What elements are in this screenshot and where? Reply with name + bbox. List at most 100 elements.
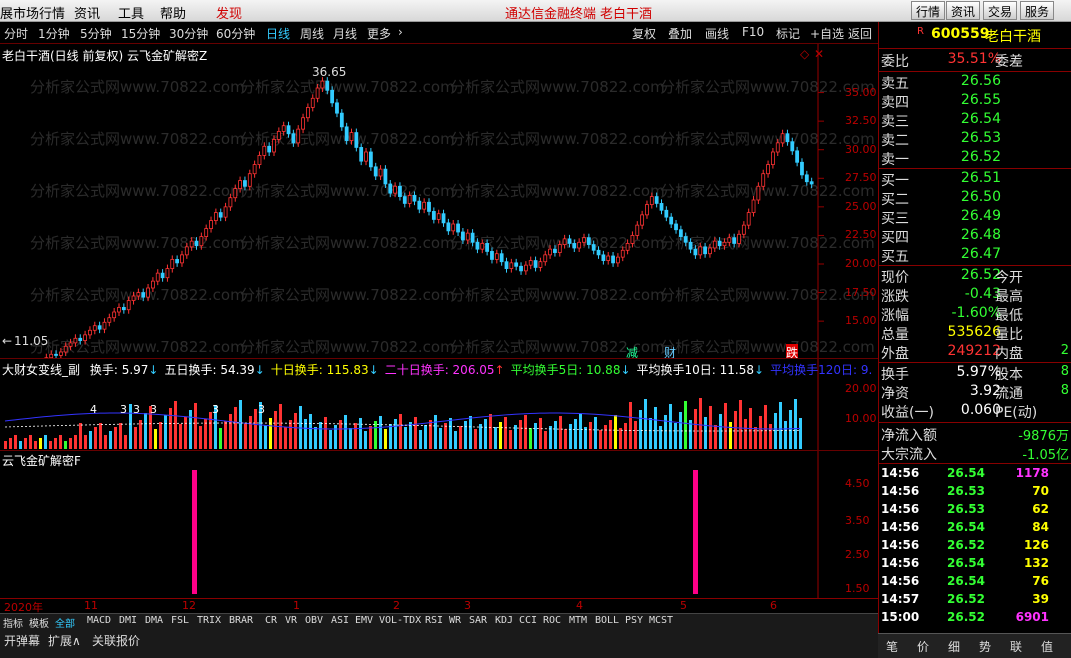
indicator-tab-obv[interactable]: OBV <box>305 615 323 626</box>
indicator-tab-mcst[interactable]: MCST <box>649 615 673 626</box>
turnover-bar <box>84 435 87 449</box>
menu-bar: 展市场行情 资讯 工具 帮助 发现 通达信金融终端 老白干酒 行情 资讯 交易 … <box>0 0 1071 22</box>
tick-row: 14:56 26.54 132 <box>881 556 1071 574</box>
period-15min[interactable]: 15分钟 <box>121 25 160 42</box>
tool-overlay[interactable]: 叠加 <box>668 25 692 42</box>
tick-row: 14:56 26.54 84 <box>881 520 1071 538</box>
tool-back[interactable]: 返回 <box>848 25 872 42</box>
indicator-tab-psy[interactable]: PSY <box>625 615 643 626</box>
indicator-tab-brar[interactable]: BRAR <box>229 615 253 626</box>
indicator-tab-sar[interactable]: SAR <box>469 615 487 626</box>
flow-label: 大宗流入 <box>881 447 937 463</box>
candle-body <box>252 164 257 175</box>
period-daily[interactable]: 日线 <box>266 25 290 42</box>
period-timeshare[interactable]: 分时 <box>4 25 28 42</box>
indicator-tab-kdj[interactable]: KDJ <box>495 615 513 626</box>
period-more[interactable]: 更多 <box>367 25 391 42</box>
tool-f10[interactable]: F10 <box>742 25 764 39</box>
quote-tab-2[interactable]: 细 <box>948 638 960 655</box>
turnover-bar <box>529 428 532 449</box>
stat2-row-value2: 8 <box>1060 364 1069 379</box>
tick-row: 14:56 26.54 76 <box>881 574 1071 592</box>
menu-help[interactable]: 帮助 <box>160 3 186 22</box>
stat-row-value2: 2 <box>1060 343 1069 358</box>
trade-tab-button[interactable]: 交易 <box>983 1 1018 20</box>
quote-tab-0[interactable]: 笔 <box>886 638 898 655</box>
indicator-tab-rsi[interactable]: RSI <box>425 615 443 626</box>
turnover-bar <box>319 422 322 449</box>
candle-body <box>509 262 514 269</box>
indicator-tab-指标[interactable]: 指标 <box>3 615 23 630</box>
indicator-tab-dmi[interactable]: DMI <box>119 615 137 626</box>
quote-tab-4[interactable]: 联 <box>1010 638 1022 655</box>
indicator-tab-cr[interactable]: CR <box>265 615 277 626</box>
news-tab-button[interactable]: 资讯 <box>946 1 981 20</box>
turnover-panel[interactable]: 433333 大财女变线_副 换手: 5.97↓ 五日换手: 54.39↓ 十日换手… <box>0 358 878 451</box>
signal-bar <box>192 470 197 594</box>
indicator-tab-asi[interactable]: ASI <box>331 615 349 626</box>
indicator-tab-macd[interactable]: MACD <box>87 615 111 626</box>
menu-market[interactable]: 展市场行情 <box>0 3 65 22</box>
candle-body <box>669 216 674 225</box>
period-60min[interactable]: 60分钟 <box>216 25 255 42</box>
period-5min[interactable]: 5分钟 <box>80 25 112 42</box>
indicator-tab-vr[interactable]: VR <box>285 615 297 626</box>
diamond-icon[interactable]: ◇ <box>800 47 809 61</box>
turnover-bar <box>504 417 507 449</box>
indicator-tab-boll[interactable]: BOLL <box>595 615 619 626</box>
indicator-tab-cci[interactable]: CCI <box>519 615 537 626</box>
turnover-bar <box>229 414 232 449</box>
expand-toggle[interactable]: 扩展∧ <box>48 632 81 649</box>
signal-panel[interactable]: 云飞金矿解密F 日线 4.503.502.501.50 <box>0 450 878 615</box>
quote-tab-3[interactable]: 势 <box>979 638 991 655</box>
period-monthly[interactable]: 月线 <box>333 25 357 42</box>
quote-tab-button[interactable]: 行情 <box>911 1 946 20</box>
indicator-tab-fsl[interactable]: FSL <box>171 615 189 626</box>
related-quotes[interactable]: 关联报价 <box>92 632 140 649</box>
menu-news[interactable]: 资讯 <box>74 3 100 22</box>
barrage-toggle[interactable]: 开弹幕 <box>4 632 40 649</box>
indicator-tab-emv[interactable]: EMV <box>355 615 373 626</box>
quote-tab-1[interactable]: 价 <box>917 638 929 655</box>
period-1min[interactable]: 1分钟 <box>38 25 70 42</box>
close-icon[interactable]: ✕ <box>814 47 824 61</box>
indicator-tab-trix[interactable]: TRIX <box>197 615 221 626</box>
service-tab-button[interactable]: 服务 <box>1020 1 1055 20</box>
period-weekly[interactable]: 周线 <box>300 25 324 42</box>
indicator-tab-roc[interactable]: ROC <box>543 615 561 626</box>
menu-discover[interactable]: 发现 <box>216 3 242 22</box>
turnover-bar <box>424 425 427 449</box>
indicator-tab-全部[interactable]: 全部 <box>55 615 75 630</box>
candlestick-chart[interactable]: 分析家公式网www.70822.com分析家公式网www.70822.com分析… <box>0 44 878 358</box>
indicator-tab-vol-tdx[interactable]: VOL-TDX <box>379 615 421 626</box>
turnover-bar <box>224 421 227 449</box>
turnover-bar <box>69 438 72 449</box>
menu-tools[interactable]: 工具 <box>118 3 144 22</box>
indicator-tab-dma[interactable]: DMA <box>145 615 163 626</box>
candle-body <box>780 133 785 144</box>
turnover-bar <box>794 399 797 449</box>
turnover-bar <box>174 401 177 449</box>
turnover-series-label: 平均换手10日: 11.58 <box>636 363 755 377</box>
indicator-tab-模板[interactable]: 模板 <box>29 615 49 630</box>
candle-body <box>470 232 475 243</box>
turnover-bar <box>199 426 202 449</box>
quote-tab-5[interactable]: 值 <box>1041 638 1053 655</box>
tool-add-favorite[interactable]: +自选 <box>810 25 844 42</box>
indicator-tab-wr[interactable]: WR <box>449 615 461 626</box>
tool-adjust[interactable]: 复权 <box>632 25 656 42</box>
turnover-bar <box>724 403 727 449</box>
tick-time: 14:57 <box>881 592 920 606</box>
tool-draw[interactable]: 画线 <box>705 25 729 42</box>
more-chevron-icon[interactable]: › <box>398 25 403 39</box>
period-30min[interactable]: 30分钟 <box>169 25 208 42</box>
candle-body <box>732 237 737 244</box>
indicator-tab-mtm[interactable]: MTM <box>569 615 587 626</box>
candle-body <box>809 181 814 185</box>
tool-mark[interactable]: 标记 <box>776 25 800 42</box>
stat-row-label2: 最高 <box>995 289 1023 305</box>
candle-body <box>373 166 378 177</box>
turnover-bar <box>634 421 637 449</box>
signal-chart[interactable] <box>0 451 878 599</box>
candlestick-panel[interactable]: 分析家公式网www.70822.com 分析家公式网www.70822.com 分析… <box>0 44 878 361</box>
